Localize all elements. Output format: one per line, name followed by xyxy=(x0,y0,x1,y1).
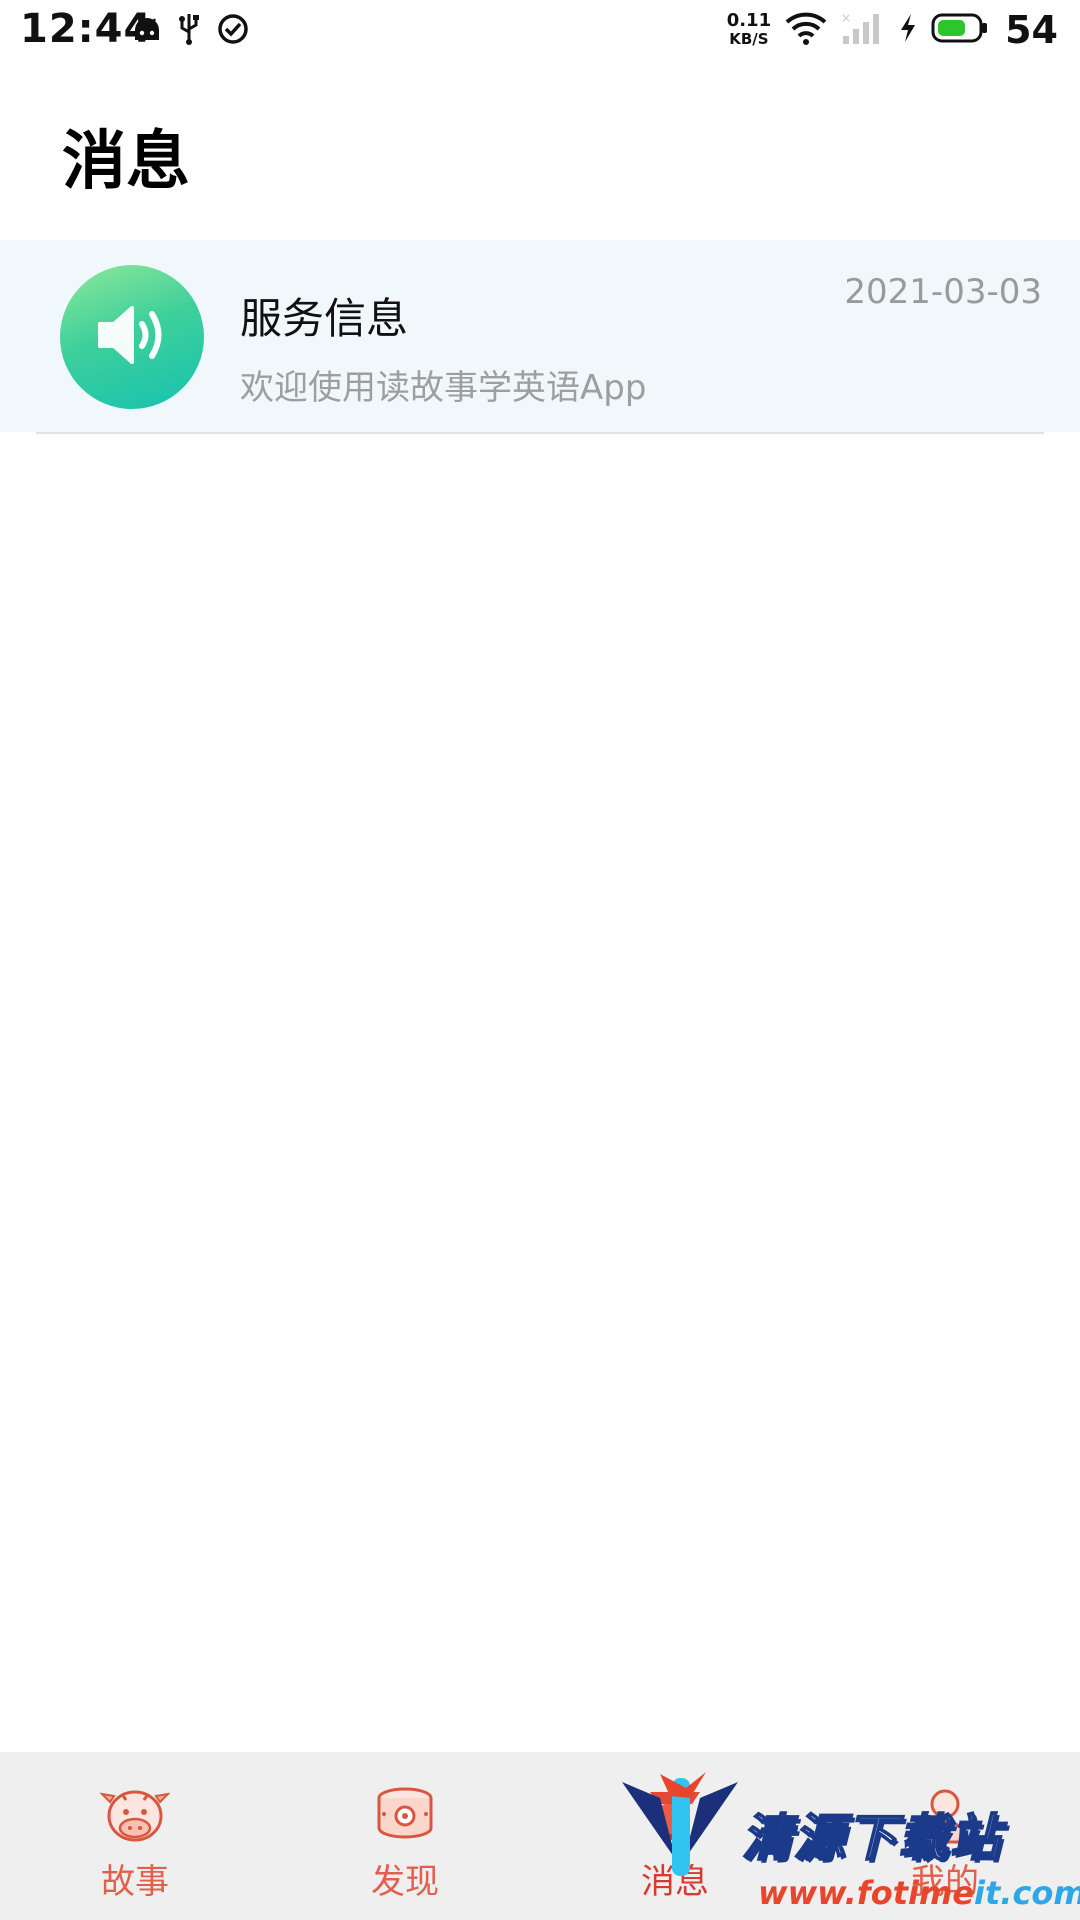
page-title: 消息 xyxy=(62,125,190,199)
battery-level: 54 xyxy=(1005,8,1058,52)
charging-icon xyxy=(899,13,917,47)
message-item[interactable]: 服务信息 2021-03-03 欢迎使用读故事学英语App xyxy=(0,240,1080,432)
svg-text:×: × xyxy=(841,11,851,25)
status-right-icons: 0.11 KB/S × 54 xyxy=(727,8,1058,52)
person-icon xyxy=(909,1782,981,1848)
message-avatar xyxy=(60,265,204,409)
usb-icon xyxy=(178,12,200,50)
message-date: 2021-03-03 xyxy=(844,272,1042,312)
check-circle-icon xyxy=(216,12,250,50)
tab-label: 故事 xyxy=(101,1862,169,1902)
battery-icon xyxy=(931,12,989,48)
net-speed: 0.11 KB/S xyxy=(726,10,772,49)
drum-icon xyxy=(369,1782,441,1848)
tab-mine[interactable]: 我的 xyxy=(810,1752,1080,1920)
messages-screen: 12:44 0.11 KB/S × 54 消息 服务信息 2021-03-03 … xyxy=(0,0,1080,1920)
bottom-nav: 故事 发现 消息 我的 xyxy=(0,1752,1080,1920)
cow-icon xyxy=(99,1782,171,1848)
tab-story[interactable]: 故事 xyxy=(0,1752,270,1920)
tab-label: 我的 xyxy=(911,1862,979,1902)
speaker-icon xyxy=(92,300,172,374)
tab-label: 发现 xyxy=(371,1862,439,1902)
signal-icon: × xyxy=(841,10,885,50)
status-bar: 12:44 0.11 KB/S × 54 xyxy=(0,0,1080,60)
tab-messages[interactable]: 消息 xyxy=(540,1752,810,1920)
message-preview: 欢迎使用读故事学英语App xyxy=(240,368,647,408)
net-speed-value: 0.11 xyxy=(726,10,772,31)
tab-label: 消息 xyxy=(641,1862,709,1902)
divider xyxy=(36,432,1044,434)
status-left-icons xyxy=(132,12,250,50)
wifi-icon xyxy=(785,11,827,49)
android-icon xyxy=(132,16,162,46)
message-title: 服务信息 xyxy=(240,294,409,343)
lantern-icon xyxy=(639,1782,711,1848)
tab-discover[interactable]: 发现 xyxy=(270,1752,540,1920)
net-speed-unit: KB/S xyxy=(729,30,769,48)
